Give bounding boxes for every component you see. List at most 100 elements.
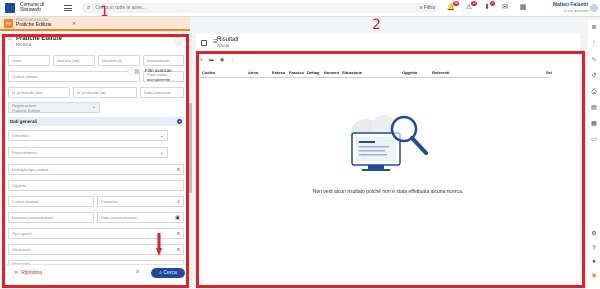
col-oggetto[interactable]: Oggetto	[402, 70, 417, 75]
chevron-down-icon: ⌄	[159, 133, 164, 139]
bell-badge: 56	[453, 1, 459, 6]
list-icon: ≡	[177, 247, 180, 253]
panel-header: ⌂ Pratiche Edilizie Ricerca	[8, 36, 62, 47]
data-provvedimento-field[interactable]: Data provvedimento ▣	[97, 212, 184, 223]
close-icon: ✕	[14, 270, 19, 276]
toggle-panel-icon[interactable]	[201, 40, 207, 46]
protocollo-a-field[interactable]: N. protocollo (a)	[73, 87, 137, 98]
module-icon: PE	[4, 19, 13, 28]
protocollo-da-field[interactable]: N. protocollo (da)	[8, 87, 70, 98]
apps-icon[interactable]: ▦	[518, 3, 528, 13]
rail-gear-icon[interactable]: ⚙	[590, 230, 598, 238]
numero-da-field[interactable]: Numero (da)	[53, 55, 95, 66]
rail-help-icon[interactable]: ?	[590, 245, 598, 253]
download-icon[interactable]: ⬇ 2	[482, 1, 495, 13]
fascicolo-field[interactable]: Fascicolo ⌕	[97, 196, 184, 207]
rail-folder-icon[interactable]: ▭	[590, 136, 598, 144]
reset-button[interactable]: ✕ Ripristina	[14, 270, 42, 276]
dettaglio-tipo-label: Dettaglio tipo pratica	[12, 167, 49, 172]
municipality-name: Comune di Sloraweb	[20, 3, 60, 13]
avatar[interactable]	[590, 4, 598, 12]
col-fascicolo[interactable]: Fascico	[289, 70, 304, 75]
annotazione-field[interactable]: Annotazione	[143, 55, 184, 66]
rail-list-icon[interactable]: ≣	[590, 24, 598, 32]
col-dettaglio[interactable]: Dettag	[307, 70, 319, 75]
view-icon[interactable]: ◉	[220, 57, 224, 63]
col-sel[interactable]: Sel	[546, 70, 552, 75]
search-icon: ⌕	[87, 4, 91, 11]
rail-table-icon[interactable]: ▦	[590, 120, 598, 128]
search-button[interactable]: ⌕ Cerca	[151, 268, 185, 278]
col-numero[interactable]: Numero	[324, 70, 339, 75]
numero-provvedimento-field[interactable]: Numero provvedimento	[8, 212, 94, 223]
left-scrollbar[interactable]	[189, 33, 192, 285]
advanced-filters-label: Filtri avanzati	[145, 68, 172, 73]
bell-icon[interactable]: 🔔 56	[446, 1, 459, 13]
data-protocollo-field[interactable]: Data protocollo	[140, 87, 184, 98]
panel-footer: ✕ Ripristina ⌕ ⌕ Cerca	[4, 264, 187, 281]
col-anno[interactable]: Anno	[248, 70, 258, 75]
search-icon[interactable]: ⌕	[177, 199, 180, 205]
rail-doc-icon[interactable]: ▤	[590, 104, 598, 112]
rail-history-icon[interactable]: ↺	[590, 72, 598, 80]
col-referenti[interactable]: Referenti	[432, 70, 449, 75]
col-situazione[interactable]: Situazione	[342, 70, 362, 75]
numero-a-field[interactable]: Numero (a)	[98, 55, 140, 66]
download-badge: 2	[490, 1, 495, 6]
chevron-down-icon: ⌄	[159, 150, 164, 156]
collapse-icon[interactable]: ‹	[174, 37, 182, 45]
zoom-icon[interactable]: ⌕	[136, 269, 139, 276]
menu-icon[interactable]	[64, 5, 72, 11]
dettaglio-tipo-select[interactable]: Dettaglio tipo pratica ≡	[8, 164, 184, 175]
user-info[interactable]: Matteo Falsetti Il tuo account	[552, 3, 588, 14]
rail-more-icon[interactable]: ⋮	[590, 40, 598, 48]
macrotipo-select[interactable]: Macrotipo ⌄	[8, 130, 168, 141]
codice-pratica-field[interactable]: Codice pratica	[8, 71, 140, 82]
right-scrollbar[interactable]	[583, 40, 585, 280]
section-title: Dati generali	[10, 119, 38, 124]
add-icon[interactable]: +	[177, 119, 182, 124]
col-esteso[interactable]: Esteso	[272, 70, 285, 75]
results-list-icon: ☰	[213, 39, 218, 45]
rail-chat-icon[interactable]: ●	[590, 258, 598, 266]
calendar-icon[interactable]: ▣	[175, 215, 180, 221]
registrazione-select[interactable]: Registrazione Pratiche Edilizie ⌄	[8, 102, 100, 113]
fascicolo-label: Fascicolo	[101, 199, 118, 204]
add-icon[interactable]: +	[200, 57, 203, 63]
filter-button[interactable]: ≡ Filtra	[420, 5, 435, 11]
mail-icon[interactable]: ✉	[500, 3, 510, 13]
module-tab[interactable]: PE PRATICHE EDILIZIE Pratiche Edilizie ✕	[0, 17, 190, 31]
tab-title: Pratiche Edilizie	[16, 22, 52, 28]
town-line2: Sloraweb	[20, 7, 41, 13]
print-icon[interactable]: ▬	[209, 57, 214, 63]
situazione-label: Situazione	[12, 247, 31, 252]
procedimento-select[interactable]: Procedimento ⌄	[8, 147, 168, 158]
list-icon: ≡	[177, 167, 180, 173]
municipality-logo[interactable]	[5, 3, 15, 13]
reset-label: Ripristina	[21, 270, 43, 276]
results-subtitle: Azioni	[217, 43, 230, 48]
stato-partic-value: giornalmente ...	[147, 76, 175, 82]
section-dati-generali[interactable]: Dati generali +	[8, 117, 184, 126]
rail-user-icon[interactable]: ◉	[590, 272, 598, 280]
more-icon[interactable]: ⋮	[230, 57, 235, 63]
results-toolbar: + ▬ ◉ ⋮	[200, 57, 235, 63]
close-tab-icon[interactable]: ✕	[72, 21, 76, 27]
advanced-filters-toggle[interactable]	[128, 68, 140, 75]
global-search[interactable]: ⌕ Cerca in tutte le aree... ≡ Filtra	[82, 3, 438, 13]
chevron-down-icon: ⌄	[91, 104, 96, 110]
codice-istanza-field[interactable]: Codice istanza	[8, 196, 94, 207]
col-codice[interactable]: Codice	[202, 70, 215, 75]
anno-field[interactable]: Anno	[8, 55, 50, 66]
rail-chart-icon[interactable]: ∿	[590, 56, 598, 64]
rail-print-icon[interactable]: ⎙	[590, 88, 598, 96]
macrotipo-label: Macrotipo	[12, 133, 30, 138]
oggetto-field[interactable]: Oggetto	[8, 180, 184, 191]
building-icon: ⌂	[8, 36, 12, 42]
alert-icon[interactable]: ⚠ 12	[464, 1, 477, 13]
registrazione-value: Pratiche Edilizie	[12, 107, 41, 113]
user-sub: Il tuo account	[564, 8, 588, 13]
filter-label: Filtra	[423, 5, 435, 11]
results-header: ☰ Risultati Azioni	[196, 33, 580, 53]
alert-badge: 12	[471, 1, 477, 6]
